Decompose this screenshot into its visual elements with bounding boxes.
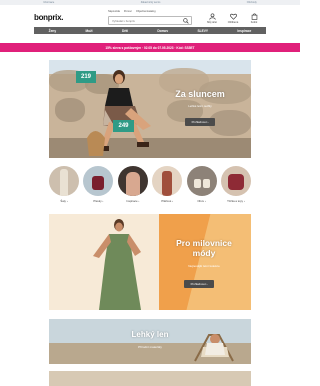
price-badge-value: 219 — [80, 74, 91, 80]
hero-title: Za sluncem — [175, 89, 225, 99]
price-badge: 249 — [113, 120, 134, 132]
category-image — [117, 166, 148, 196]
nav-item-women[interactable]: Ženy — [49, 29, 56, 33]
shop-now-label: Prohlédnout › — [191, 120, 209, 124]
user-icon — [208, 13, 216, 20]
deck-chair — [194, 334, 234, 362]
main-nav: Ženy Muži Děti Domov SLEVY Inspirace — [34, 27, 266, 34]
hero-subtitle: Přírodní materiály — [138, 345, 162, 349]
hero-title-line-2: módy — [192, 248, 216, 258]
category-swimwear[interactable]: Plavky › — [83, 166, 114, 203]
shoe-shape — [193, 179, 201, 188]
garment-shape — [162, 171, 173, 196]
hero-banner-next[interactable] — [49, 371, 251, 386]
category-tops[interactable]: Trička a topy › — [220, 166, 251, 203]
category-image — [83, 166, 114, 196]
nav-item-kids[interactable]: Děti — [122, 29, 128, 33]
header-links: Nápověda Pomoc Objednat katalog — [108, 10, 156, 13]
shop-now-button[interactable]: Prohlédnout › — [184, 280, 214, 288]
garment-shape — [227, 174, 244, 190]
promo-banner[interactable]: 15% sleva s poštovným · 02.05 do 07.05.2… — [0, 43, 300, 52]
category-beachwear[interactable]: Plážové › — [152, 166, 183, 203]
heart-icon — [229, 13, 237, 20]
category-label: Plážové › — [161, 199, 173, 203]
hero-subtitle: Lehké letní outfity — [188, 104, 212, 108]
search-icon[interactable] — [183, 17, 189, 24]
category-image — [152, 166, 183, 196]
hero-title-line-1: Pro milovnice — [176, 238, 232, 248]
header-link-help[interactable]: Nápověda — [108, 10, 120, 13]
category-dresses[interactable]: Šaty › — [49, 166, 79, 203]
bonprix-logo[interactable]: bonprix. — [34, 13, 63, 22]
shoe-shape — [202, 179, 210, 188]
hero-subtitle: Nejnovější letní kolekce — [188, 264, 220, 268]
category-image — [220, 166, 251, 196]
nav-item-men[interactable]: Muži — [85, 29, 92, 33]
nav-item-sale[interactable]: SLEVY — [198, 29, 208, 33]
category-label: Obuv › — [197, 199, 206, 203]
utility-link-1[interactable]: Informace — [43, 1, 54, 4]
nav-item-inspiration[interactable]: Inspirace — [237, 29, 251, 33]
garment-shape — [60, 169, 68, 196]
account-label: Můj účet — [207, 21, 217, 24]
category-label: Inspirace › — [126, 199, 140, 203]
wishlist-button[interactable]: Oblíbené — [224, 13, 242, 24]
hero-banner-summer[interactable]: 219 249 Za sluncem Lehké letní outfity P… — [49, 60, 251, 158]
header-link-catalog[interactable]: Objednat katalog — [136, 10, 156, 13]
promo-text: 15% sleva s poštovným · 02.05 do 07.05.2… — [105, 45, 195, 50]
account-button[interactable]: Můj účet — [203, 13, 221, 24]
shop-now-button[interactable]: Prohlédnout › — [185, 118, 215, 126]
cart-label: Košík — [250, 21, 258, 24]
nav-item-home[interactable]: Domov — [157, 29, 168, 33]
site-header: bonprix. Nápověda Pomoc Objednat katalog… — [0, 5, 300, 27]
garment-shape — [125, 172, 140, 196]
hero-banner-linen[interactable]: Lehký len Přírodní materiály — [49, 319, 251, 364]
category-label: Plavky › — [93, 199, 104, 203]
garment-shape — [92, 176, 105, 190]
hero-banner-fashion[interactable]: Pro milovnice módy Nejnovější letní kolek… — [49, 214, 251, 310]
price-badge: 219 — [76, 71, 96, 83]
cart-button[interactable]: Košík — [245, 13, 263, 24]
shop-now-label: Prohlédnout › — [190, 282, 208, 286]
wishlist-label: Oblíbené — [227, 21, 239, 24]
category-label: Šaty › — [60, 199, 68, 203]
stone-wall-decor — [209, 110, 251, 136]
category-row: Šaty › Plavky › Inspirace › Plážové › Ob… — [49, 166, 251, 203]
cart-icon — [251, 13, 257, 20]
hero-title: Pro milovnice módy — [163, 238, 245, 258]
model-figure — [93, 219, 141, 310]
category-image — [49, 166, 79, 196]
header-link-support[interactable]: Pomoc — [124, 10, 132, 13]
utility-link-3[interactable]: Obchody — [247, 1, 257, 4]
category-inspiration[interactable]: Inspirace › — [117, 166, 148, 203]
search-input[interactable] — [108, 16, 192, 25]
category-image — [186, 166, 217, 196]
category-label: Trička a topy › — [227, 199, 245, 203]
hero-title: Lehký len — [131, 330, 169, 339]
category-shoes[interactable]: Obuv › — [186, 166, 217, 203]
price-badge-value: 249 — [118, 123, 129, 129]
utility-link-2[interactable]: Zákaznický servis — [141, 1, 161, 4]
